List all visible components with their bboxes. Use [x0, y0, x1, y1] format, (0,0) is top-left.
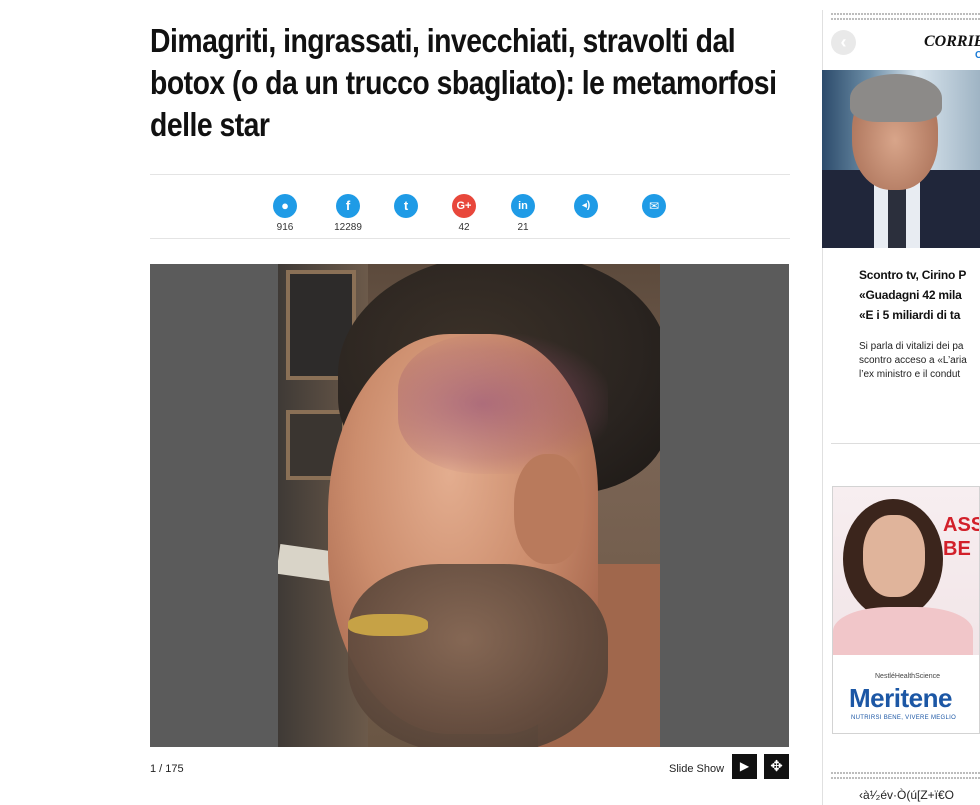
ad-tagline: NUTRIRSI BENE, VIVERE MEGLIO	[851, 715, 957, 721]
facebook-icon[interactable]: f	[336, 194, 360, 218]
excerpt-line: scontro acceso a «L’aria	[859, 355, 967, 366]
sidebar-rule-bottom-2	[831, 777, 980, 779]
google-plus-icon[interactable]: G+	[452, 194, 476, 218]
share-divider-bottom	[150, 238, 790, 239]
sidebar-rule-top-2	[831, 18, 980, 20]
photo-tie	[888, 180, 906, 248]
audio-count	[556, 222, 616, 234]
sidebar-news-photo[interactable]	[822, 70, 980, 248]
gallery-frame[interactable]	[150, 264, 789, 747]
mail-icon[interactable]: ✉	[642, 194, 666, 218]
comment-icon[interactable]: ●	[273, 194, 297, 218]
facebook-count: 12289	[334, 222, 362, 233]
photo-ear	[514, 454, 584, 564]
headline-line[interactable]: Scontro tv, Cirino P	[859, 265, 980, 285]
play-icon[interactable]: ▶	[740, 759, 749, 773]
sidebar-news-excerpt: Si parla di vitalizi dei pa scontro acce…	[859, 340, 980, 382]
share-twitter-button[interactable]: t	[376, 194, 436, 234]
share-linkedin-button[interactable]: in 21	[493, 194, 553, 234]
ad-headline-line: BE	[943, 538, 971, 560]
ad-maker: NestléHealthScience	[875, 673, 940, 680]
play-button[interactable]: ▶	[732, 754, 757, 779]
share-email-button[interactable]: ✉	[624, 194, 684, 234]
share-google-plus-button[interactable]: G+ 42	[434, 194, 494, 234]
ad-headline-line: ASS	[943, 514, 979, 536]
sidebar-brand-logo[interactable]: CORRIE	[924, 33, 980, 51]
email-count	[624, 222, 684, 234]
ad-headline: ASS BE	[943, 513, 979, 561]
twitter-icon[interactable]: t	[394, 194, 418, 218]
linkedin-icon[interactable]: in	[511, 194, 535, 218]
article-title: Dimagriti, ingrassati, invecchiati, stra…	[150, 22, 777, 143]
speaker-icon[interactable]: ◂)	[574, 194, 598, 218]
sidebar-news-headline[interactable]: Scontro tv, Cirino P «Guadagni 42 mila «…	[859, 265, 980, 325]
headline-line[interactable]: «E i 5 miliardi di ta	[859, 305, 980, 325]
excerpt-line: l’ex ministro e il condut	[859, 369, 961, 380]
sidebar-divider	[831, 443, 980, 444]
sidebar-rule-bottom	[831, 772, 980, 774]
photo-scar-makeup	[398, 334, 608, 474]
photo-gray-hair	[850, 74, 942, 122]
linkedin-count: 21	[517, 222, 529, 233]
sidebar-rule-top	[831, 13, 980, 15]
chevron-left-icon[interactable]: ‹	[841, 32, 847, 52]
photo-teeth	[348, 614, 428, 636]
sidebar-advertisement[interactable]: ASS BE NestléHealthScience Meritene NUTR…	[832, 486, 980, 734]
sidebar-prev-button[interactable]: ‹	[831, 30, 856, 55]
fullscreen-button[interactable]: ✥	[764, 754, 789, 779]
sidebar-brand-sub: C	[975, 50, 980, 61]
sidebar-garbled-text: ‹à¹⁄₂év·Ò(ú[Z+ï€O	[859, 788, 955, 802]
twitter-count	[376, 222, 436, 234]
slideshow-label[interactable]: Slide Show	[669, 763, 724, 775]
audio-button[interactable]: ◂)	[556, 194, 616, 234]
excerpt-line: Si parla di vitalizi dei pa	[859, 341, 964, 352]
fullscreen-icon[interactable]: ✥	[770, 758, 783, 775]
share-comment-button[interactable]: ● 916	[255, 194, 315, 234]
share-divider-top	[150, 174, 790, 175]
gallery-photo[interactable]	[278, 264, 660, 747]
share-facebook-button[interactable]: f 12289	[318, 194, 378, 234]
ad-woman-face	[863, 515, 925, 597]
gallery-counter: 1 / 175	[150, 763, 184, 775]
photo-beard	[348, 564, 608, 747]
headline-line[interactable]: «Guadagni 42 mila	[859, 285, 980, 305]
google-plus-count: 42	[458, 222, 470, 233]
ad-brand-logo: Meritene	[849, 683, 952, 713]
comment-count: 916	[276, 222, 294, 233]
